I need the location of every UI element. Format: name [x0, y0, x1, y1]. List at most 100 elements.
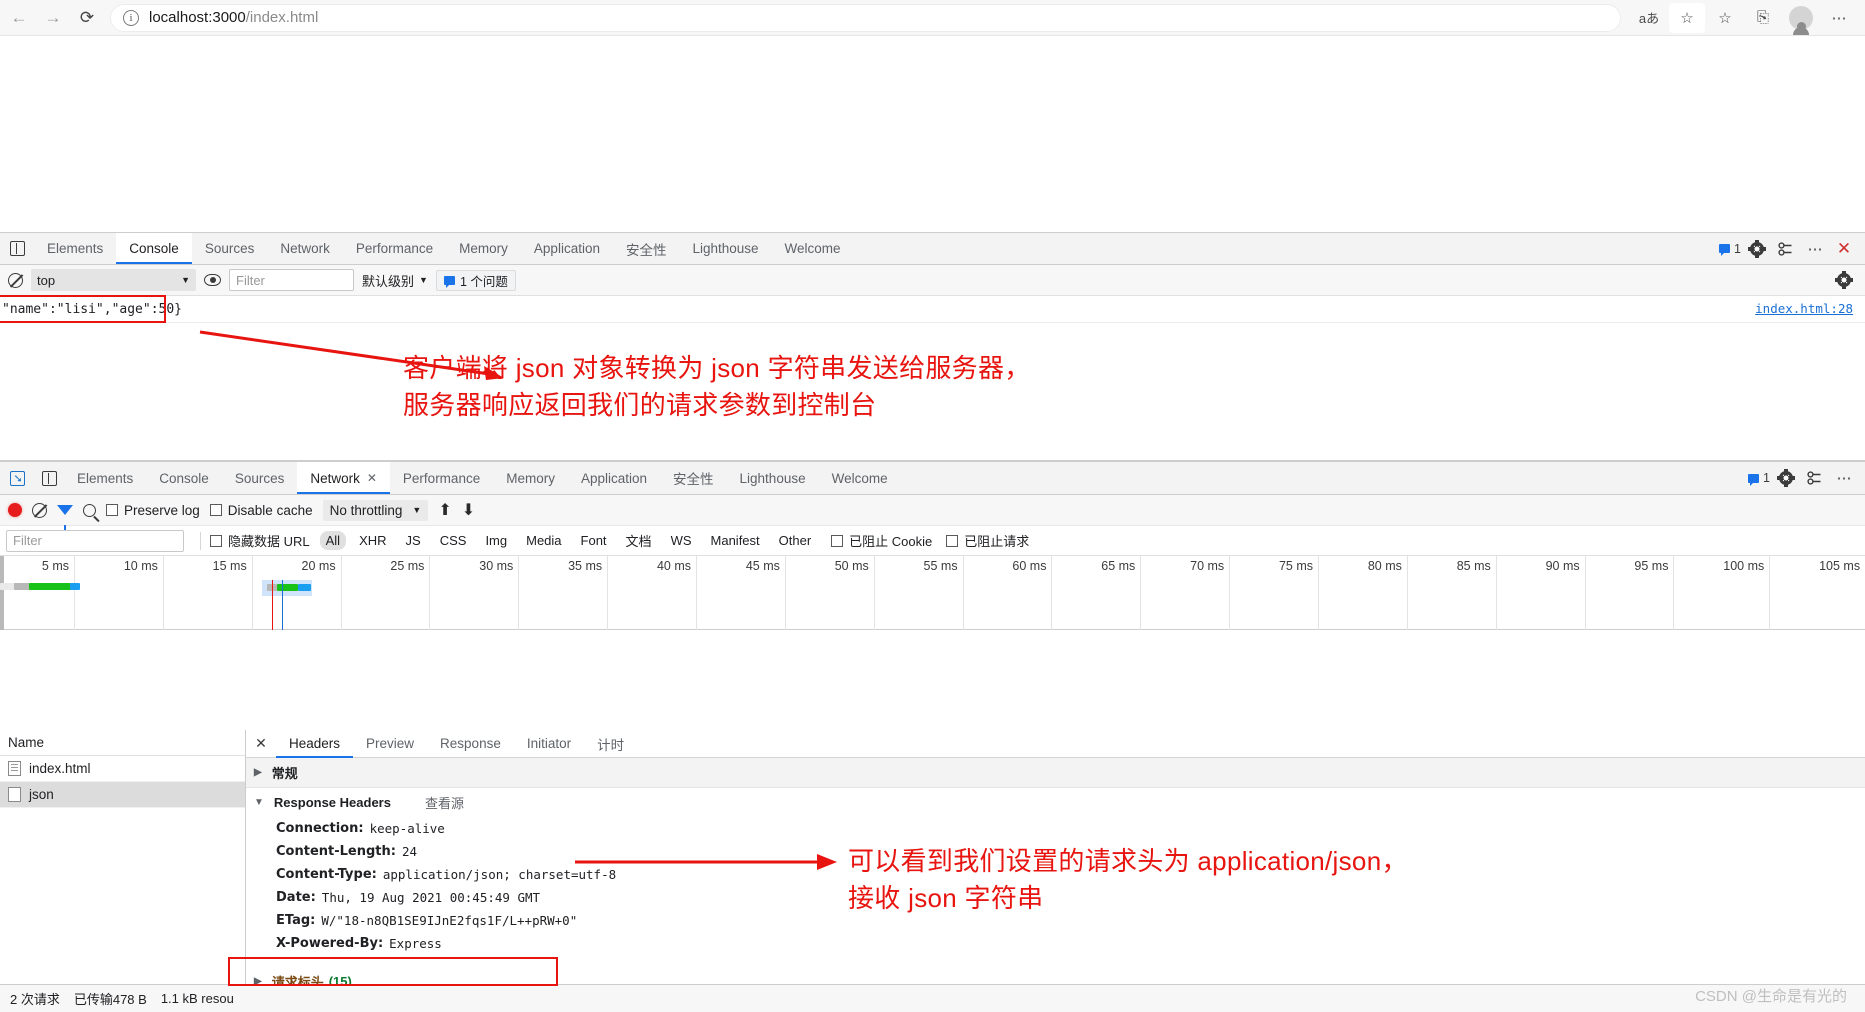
net-tab-performance[interactable]: Performance — [390, 462, 493, 494]
issues-badge[interactable]: 1 — [1719, 242, 1741, 256]
checkbox-icon[interactable] — [209, 504, 222, 516]
back-button[interactable]: ← — [2, 3, 36, 33]
console-message-row[interactable]: "name":"lisi","age":50} — [0, 296, 1865, 323]
net-issues-badge[interactable]: 1 — [1748, 471, 1770, 486]
detail-tab-timing[interactable]: 计时 — [584, 730, 637, 757]
console-issues-chip[interactable]: 1 个问题 — [435, 269, 516, 291]
inspect-element-button[interactable]: ➘ — [0, 462, 34, 494]
type-filter-img[interactable]: Img — [479, 531, 513, 550]
type-filter-font[interactable]: Font — [575, 531, 613, 550]
record-button[interactable] — [8, 503, 22, 517]
tab-label: 安全性 — [673, 472, 714, 487]
tab-network[interactable]: Network — [267, 233, 343, 264]
tab-lighthouse[interactable]: Lighthouse — [679, 233, 771, 264]
net-tab-memory[interactable]: Memory — [493, 462, 568, 494]
overview-bar-json-download — [277, 584, 298, 591]
detail-tab-initiator[interactable]: Initiator — [514, 730, 584, 757]
forward-button[interactable]: → — [36, 3, 70, 33]
type-filter-other[interactable]: Other — [773, 531, 818, 550]
tab-memory[interactable]: Memory — [446, 233, 521, 264]
net-settings-button[interactable] — [1773, 465, 1799, 491]
network-overview-timeline[interactable]: 5 ms 10 ms 15 ms 20 ms 25 ms 30 ms 35 ms… — [0, 556, 1865, 630]
tab-security[interactable]: 安全性 — [613, 233, 680, 264]
net-tab-welcome[interactable]: Welcome — [819, 462, 901, 494]
site-info-icon[interactable]: i — [123, 9, 139, 26]
devtools-close-button[interactable]: ✕ — [1831, 236, 1857, 262]
disable-cache-checkbox[interactable]: Disable cache — [209, 503, 313, 518]
filter-icon[interactable] — [57, 505, 73, 530]
checkbox-icon[interactable] — [210, 534, 222, 547]
blocked-requests-checkbox[interactable]: 已阻止请求 — [946, 531, 1029, 550]
blocked-cookies-checkbox[interactable]: 已阻止 Cookie — [831, 531, 932, 550]
tab-welcome[interactable]: Welcome — [772, 233, 854, 264]
annotation-line-1: 客户端将 json 对象转换为 json 字符串发送给服务器， — [403, 353, 1031, 383]
devtools-settings-button[interactable] — [1744, 236, 1770, 262]
type-filter-js[interactable]: JS — [400, 531, 427, 550]
reading-view-icon[interactable]: aあ — [1631, 3, 1667, 33]
type-filter-doc[interactable]: 文档 — [620, 529, 658, 552]
profile-avatar[interactable] — [1783, 3, 1819, 35]
dock-position-button[interactable] — [0, 233, 34, 264]
header-key: Date: — [276, 890, 316, 905]
preserve-log-checkbox[interactable]: Preserve log — [106, 503, 200, 518]
net-tab-application[interactable]: Application — [568, 462, 660, 494]
detail-tab-headers[interactable]: Headers — [276, 730, 354, 758]
type-filter-manifest[interactable]: Manifest — [705, 531, 766, 550]
net-customize-button[interactable] — [1802, 465, 1828, 491]
network-filter-input[interactable]: Filter — [6, 529, 184, 552]
log-level-select[interactable]: 默认级别 ▼ — [362, 271, 428, 290]
execution-context-select[interactable]: top ▼ — [31, 269, 196, 291]
net-tab-network[interactable]: Network ✕ — [297, 462, 390, 494]
type-filter-all[interactable]: All — [319, 531, 347, 550]
tab-elements[interactable]: Elements — [34, 233, 116, 264]
view-source-link[interactable]: 查看源 — [425, 793, 464, 812]
tab-sources[interactable]: Sources — [192, 233, 268, 264]
section-general[interactable]: ▶ 常规 — [246, 758, 1865, 788]
import-har-icon[interactable]: ⬆ — [438, 500, 451, 520]
net-tab-elements[interactable]: Elements — [64, 462, 146, 494]
type-filter-css[interactable]: CSS — [434, 531, 473, 550]
clear-console-icon[interactable] — [8, 272, 23, 288]
detail-tab-response[interactable]: Response — [427, 730, 514, 757]
tab-performance[interactable]: Performance — [343, 233, 446, 264]
reload-button[interactable]: ⟳ — [70, 3, 104, 33]
export-har-icon[interactable]: ⬇ — [462, 500, 475, 520]
request-row-json[interactable]: json — [0, 782, 245, 808]
address-bar[interactable]: i localhost:3000/index.html — [110, 3, 1621, 32]
console-highlight-box — [0, 295, 166, 323]
live-expression-icon[interactable] — [204, 274, 221, 286]
collections-icon[interactable]: ⎘ — [1745, 3, 1781, 33]
add-favorite-icon[interactable]: ☆ — [1669, 2, 1705, 33]
device-toolbar-button[interactable] — [34, 462, 64, 494]
type-filter-xhr[interactable]: XHR — [353, 531, 392, 550]
net-more-button[interactable]: ⋯ — [1831, 465, 1857, 491]
net-tab-security[interactable]: 安全性 — [660, 462, 727, 494]
hide-data-urls-checkbox[interactable]: 隐藏数据 URL — [210, 531, 310, 550]
checkbox-icon[interactable] — [831, 534, 844, 547]
checkbox-icon[interactable] — [946, 534, 959, 547]
search-icon[interactable] — [83, 503, 96, 517]
clear-network-icon[interactable] — [32, 502, 47, 518]
tab-application[interactable]: Application — [521, 233, 613, 264]
close-icon[interactable]: ✕ — [367, 471, 377, 485]
console-source-link[interactable]: index.html:28 — [1755, 301, 1853, 316]
net-tab-lighthouse[interactable]: Lighthouse — [727, 462, 819, 494]
request-row-index-html[interactable]: index.html — [0, 756, 245, 782]
close-detail-button[interactable]: ✕ — [246, 730, 276, 757]
console-filter-input[interactable]: Filter — [229, 269, 354, 291]
tab-console[interactable]: Console — [116, 233, 192, 264]
tab-label: Memory — [459, 241, 508, 256]
net-tab-sources[interactable]: Sources — [222, 462, 298, 494]
section-response-headers[interactable]: ▼ Response Headers 查看源 — [246, 788, 1865, 817]
throttling-select[interactable]: No throttling ▼ — [322, 499, 429, 521]
console-settings-button[interactable] — [1831, 267, 1857, 293]
type-filter-media[interactable]: Media — [520, 531, 567, 550]
net-tab-console[interactable]: Console — [146, 462, 222, 494]
detail-tab-preview[interactable]: Preview — [353, 730, 427, 757]
customize-devtools-button[interactable] — [1773, 236, 1799, 262]
checkbox-icon[interactable] — [106, 504, 118, 516]
devtools-more-button[interactable]: ⋯ — [1802, 236, 1828, 262]
favorites-icon[interactable]: ☆ — [1707, 3, 1743, 33]
type-filter-ws[interactable]: WS — [665, 531, 698, 550]
settings-more-icon[interactable]: ⋯ — [1821, 3, 1857, 33]
